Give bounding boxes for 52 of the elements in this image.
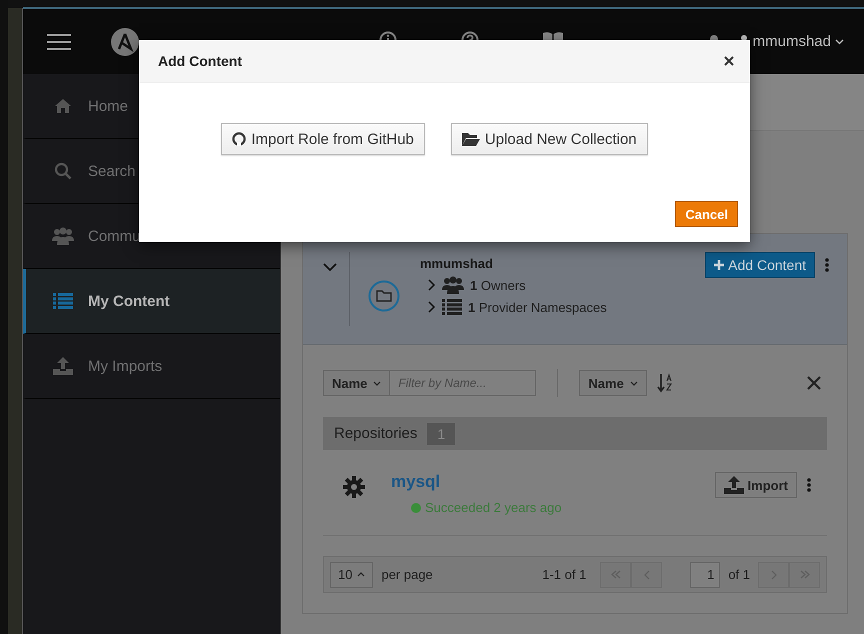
users-icon — [52, 227, 74, 245]
help-icon — [461, 31, 479, 40]
folder-icon — [462, 132, 480, 146]
filter-field-dropdown[interactable]: Name — [323, 370, 390, 396]
plus-icon — [714, 260, 724, 270]
chevron-icon[interactable] — [428, 279, 436, 291]
page-total: of 1 — [728, 567, 750, 582]
status-text: Succeeded 2 years ago — [425, 500, 562, 515]
double-chevron-icon — [610, 570, 621, 579]
double-chevron-icon — [800, 570, 810, 579]
import-button[interactable]: Import — [714, 472, 797, 498]
namespace-name: mmumshad — [420, 256, 494, 271]
search-icon — [54, 162, 72, 180]
per-page-dropdown[interactable]: 10 — [330, 562, 374, 588]
users-icon — [442, 276, 464, 294]
logo-icon — [111, 28, 139, 56]
chevron-icon — [644, 570, 650, 580]
chevron-icon[interactable] — [323, 262, 337, 272]
add-content-button[interactable]: Add Content — [705, 252, 815, 278]
caret-icon — [373, 380, 382, 386]
gear-icon — [343, 476, 365, 498]
list-icon — [53, 293, 73, 309]
menu-icon[interactable] — [47, 34, 71, 50]
caret-icon — [835, 38, 844, 44]
cancel-button[interactable]: Cancel — [675, 201, 738, 227]
owners-count: 1 Owners — [470, 278, 526, 292]
book-icon — [543, 31, 563, 40]
sidebar-item[interactable]: My Content — [23, 269, 280, 334]
upload-icon — [53, 357, 73, 375]
caret-icon — [357, 572, 366, 577]
per-page-label: per page — [381, 567, 433, 582]
dialog-title: Add Content — [158, 53, 242, 69]
dialog-option-button[interactable]: Upload New Collection — [450, 123, 648, 155]
sort-icon[interactable] — [656, 373, 673, 393]
chevron-icon — [770, 570, 776, 580]
page-range: 1-1 of 1 — [542, 567, 586, 582]
caret-icon — [630, 380, 638, 386]
repositories-label: Repositories — [334, 425, 418, 442]
info-icon — [379, 31, 397, 40]
dialog-option-button[interactable]: Import Role from GitHub — [221, 123, 425, 155]
provider-namespaces-count: 1 Provider Namespaces — [468, 300, 607, 314]
sidebar-item[interactable]: My Imports — [23, 334, 280, 399]
folder-icon — [368, 280, 400, 312]
close-icon[interactable] — [724, 56, 734, 66]
upload-icon — [724, 476, 744, 494]
kebab-icon[interactable] — [807, 478, 811, 492]
list-icon — [442, 299, 462, 315]
home-icon — [54, 98, 72, 114]
page-input[interactable]: 1 — [690, 562, 720, 588]
chevron-icon[interactable] — [428, 301, 436, 313]
sort-field-dropdown[interactable]: Name — [579, 370, 647, 396]
kebab-icon[interactable] — [825, 258, 829, 272]
